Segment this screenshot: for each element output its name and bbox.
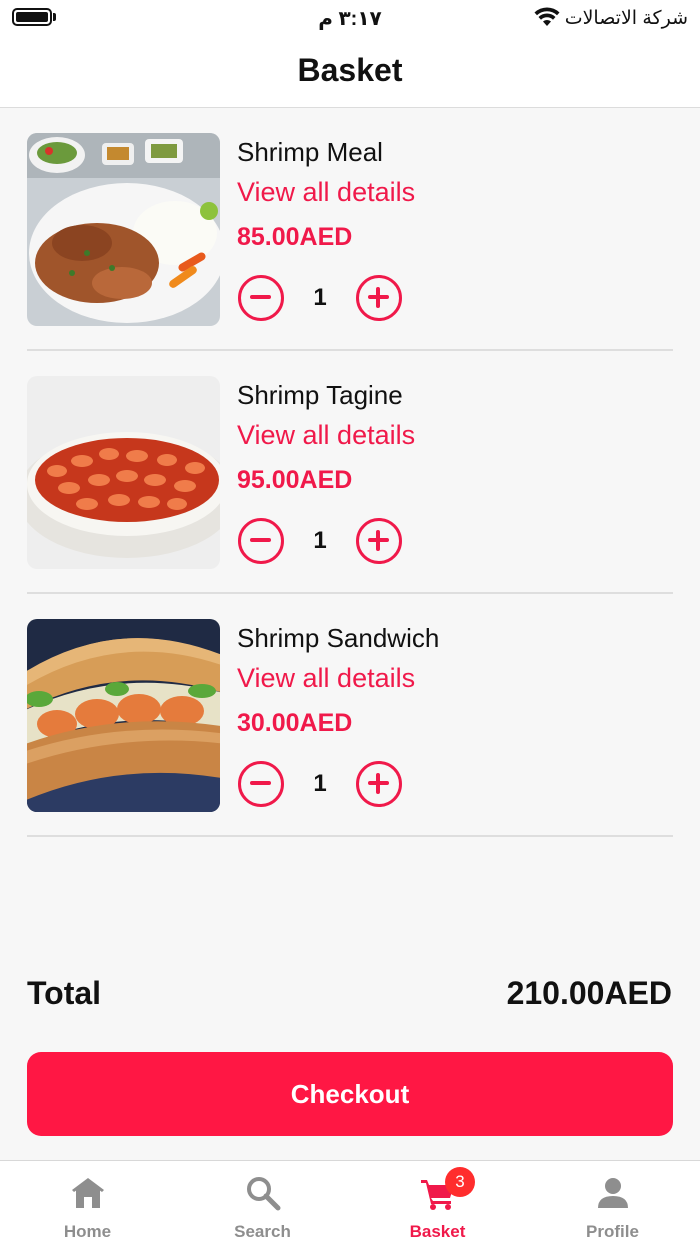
view-details-link[interactable]: View all details: [237, 420, 415, 451]
decrease-quantity-button[interactable]: [238, 518, 284, 564]
basket-item: Shrimp Tagine View all details 95.00AED …: [27, 351, 673, 594]
total-value: 210.00AED: [506, 975, 672, 1011]
item-name: Shrimp Tagine: [237, 380, 403, 410]
quantity-value: 1: [313, 770, 327, 797]
tab-label: Search: [234, 1222, 291, 1241]
search-icon: [247, 1177, 281, 1211]
item-price: 30.00AED: [237, 709, 353, 737]
tab-search[interactable]: Search: [175, 1161, 350, 1244]
shrimp-meal-photo[interactable]: [27, 133, 220, 326]
increase-quantity-button[interactable]: [356, 518, 402, 564]
status-time: ٣:١٧ م: [318, 8, 382, 30]
checkout-button[interactable]: Checkout: [27, 1052, 673, 1136]
quantity-value: 1: [313, 527, 327, 554]
tab-home[interactable]: Home: [0, 1161, 175, 1244]
basket-item: Shrimp Meal View all details 85.00AED 1: [27, 108, 673, 351]
view-details-link[interactable]: View all details: [237, 177, 415, 208]
quantity-value: 1: [313, 284, 327, 311]
item-price: 95.00AED: [237, 466, 353, 494]
item-name: Shrimp Sandwich: [237, 623, 440, 653]
decrease-quantity-button[interactable]: [238, 275, 284, 321]
total-label: Total: [27, 975, 102, 1011]
increase-quantity-button[interactable]: [356, 761, 402, 807]
item-price: 85.00AED: [237, 223, 353, 251]
tab-label: Home: [63, 1222, 112, 1241]
page-title: Basket: [297, 52, 403, 88]
view-details-link[interactable]: View all details: [237, 663, 415, 694]
carrier-name: شركة الاتصالات: [564, 8, 688, 29]
shrimp-sandwich-photo[interactable]: [27, 619, 220, 812]
tab-basket[interactable]: 3 Basket: [350, 1161, 525, 1244]
profile-icon: [598, 1178, 628, 1208]
tab-bar: Home Search 3 Basket Profile: [0, 1160, 700, 1244]
wifi-icon: [534, 7, 560, 26]
shrimp-tagine-photo[interactable]: [27, 376, 220, 569]
tab-label: Profile: [586, 1222, 639, 1241]
basket-list: Shrimp Meal View all details 85.00AED 1: [27, 108, 673, 837]
cart-badge: 3: [445, 1167, 475, 1197]
basket-item: Shrimp Sandwich View all details 30.00AE…: [27, 594, 673, 837]
header: Basket: [0, 36, 700, 108]
status-bar: ٣:١٧ م شركة الاتصالات: [0, 0, 700, 36]
tab-profile[interactable]: Profile: [525, 1161, 700, 1244]
tab-label: Basket: [409, 1222, 466, 1241]
increase-quantity-button[interactable]: [356, 275, 402, 321]
battery-tip: [53, 13, 56, 21]
battery-icon: [12, 8, 52, 26]
home-icon: [72, 1178, 104, 1208]
decrease-quantity-button[interactable]: [238, 761, 284, 807]
item-name: Shrimp Meal: [237, 137, 383, 167]
